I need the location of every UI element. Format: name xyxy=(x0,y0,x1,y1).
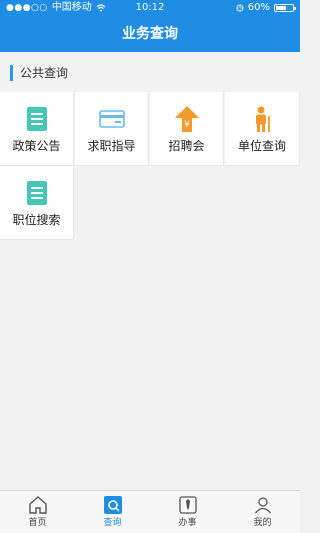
home-icon xyxy=(28,495,48,515)
svg-text:¥: ¥ xyxy=(184,120,190,130)
status-bar: ●●●○○ 中国移动 10:12 60% xyxy=(0,0,300,16)
tab-services[interactable]: 办事 xyxy=(150,491,225,533)
grid-item-label: 职位搜索 xyxy=(12,213,61,227)
yen-upload-icon: ¥ xyxy=(174,106,200,132)
section-accent-bar xyxy=(10,65,13,81)
grid-item-job-guidance[interactable]: 求职指导 xyxy=(75,92,149,166)
grid-item-job-fair[interactable]: ¥ 招聘会 xyxy=(150,92,224,166)
alarm-icon xyxy=(236,4,244,12)
grid-item-job-search[interactable]: 职位搜索 xyxy=(0,166,74,240)
battery-icon xyxy=(274,4,296,12)
tab-home[interactable]: 首页 xyxy=(0,491,75,533)
page-title: 业务查询 xyxy=(122,26,178,42)
query-icon xyxy=(103,495,123,515)
grid-item-label: 求职指导 xyxy=(87,139,136,153)
tab-bar: 首页 查询 办事 我的 xyxy=(0,490,300,533)
document-list-icon xyxy=(24,180,50,206)
tab-mine[interactable]: 我的 xyxy=(225,491,300,533)
tab-label: 我的 xyxy=(253,518,272,528)
battery-percent: 60% xyxy=(247,2,270,13)
grid-item-label: 单位查询 xyxy=(237,139,286,153)
tab-label: 查询 xyxy=(103,518,122,528)
tie-icon xyxy=(178,495,198,515)
top-bar: ●●●○○ 中国移动 10:12 60% 业务查询 xyxy=(0,0,300,52)
tab-label: 办事 xyxy=(178,518,197,528)
person-cane-icon xyxy=(249,106,275,132)
section-title: 公共查询 xyxy=(20,66,69,80)
tab-query[interactable]: 查询 xyxy=(75,491,150,533)
section-header: 公共查询 xyxy=(0,52,300,92)
document-list-icon xyxy=(24,106,50,132)
grid-item-employer-query[interactable]: 单位查询 xyxy=(225,92,300,166)
card-icon xyxy=(98,106,125,132)
user-icon xyxy=(253,495,273,515)
tab-label: 首页 xyxy=(28,518,47,528)
grid-item-label: 招聘会 xyxy=(168,139,205,153)
grid-item-label: 政策公告 xyxy=(12,139,61,153)
grid-item-policy-notice[interactable]: 政策公告 xyxy=(0,92,74,166)
